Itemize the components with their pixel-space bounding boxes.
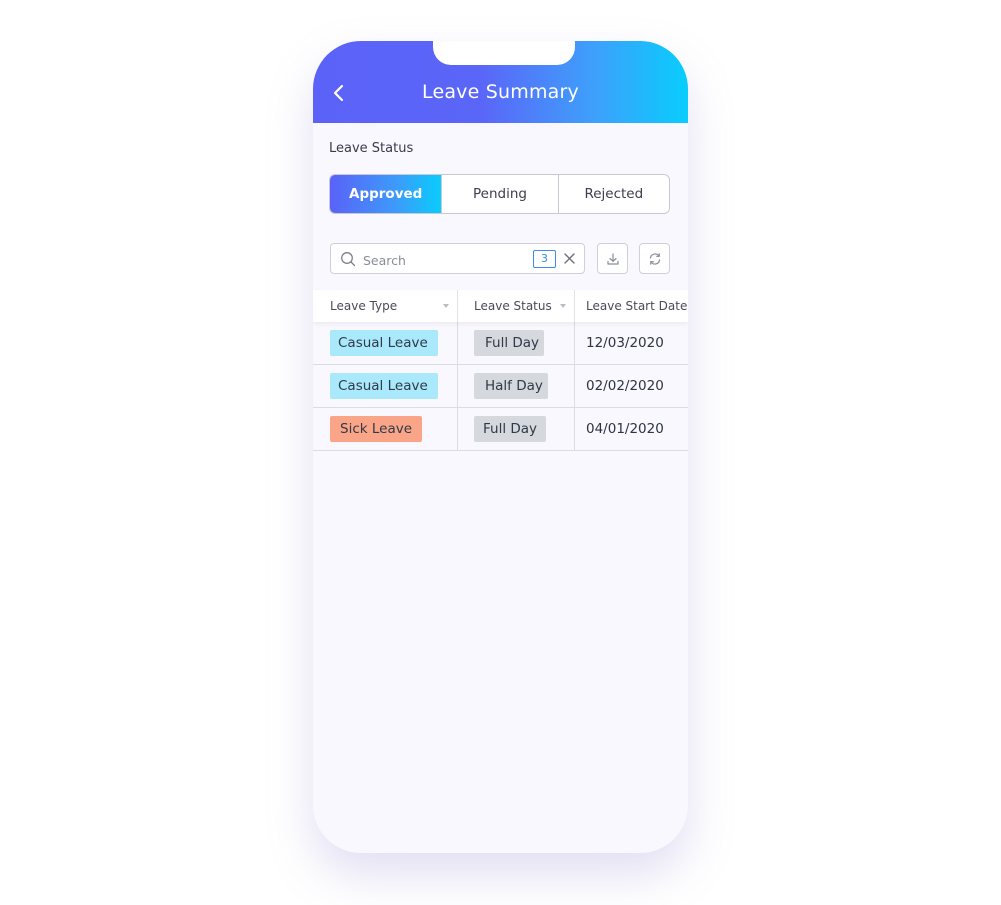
leave-table: Leave Type Leave Status Leave Start Date…	[313, 290, 688, 451]
refresh-button[interactable]	[639, 243, 670, 274]
cell-leave-status: Full Day	[458, 408, 575, 450]
table-row[interactable]: Casual Leave Full Day 12/03/2020	[313, 322, 688, 365]
table-header: Leave Type Leave Status Leave Start Date	[313, 290, 688, 322]
phone-frame: Leave Summary Leave Status Approved Pend…	[313, 41, 688, 853]
leave-duration-chip: Full Day	[474, 330, 545, 356]
cell-start-date: 02/02/2020	[586, 378, 664, 394]
cell-leave-type: Casual Leave	[313, 322, 458, 364]
column-header-leave-status[interactable]: Leave Status	[458, 290, 575, 322]
table-row[interactable]: Sick Leave Full Day 04/01/2020	[313, 408, 688, 451]
result-count-badge: 3	[533, 250, 556, 268]
cell-leave-status: Half Day	[458, 365, 575, 407]
download-icon	[606, 252, 619, 265]
refresh-icon	[649, 252, 660, 265]
search-input[interactable]	[361, 248, 525, 272]
device-notch	[433, 41, 575, 65]
column-header-leave-type[interactable]: Leave Type	[313, 290, 458, 322]
leave-type-chip: Casual Leave	[330, 330, 438, 356]
cell-leave-type: Sick Leave	[313, 408, 458, 450]
cell-start-date: 04/01/2020	[586, 421, 664, 437]
leave-duration-chip: Full Day	[474, 416, 547, 442]
sort-caret-icon[interactable]	[560, 304, 566, 308]
sort-caret-icon[interactable]	[443, 304, 449, 308]
app-header: Leave Summary	[313, 41, 688, 123]
column-header-label: Leave Type	[330, 299, 398, 313]
download-button[interactable]	[597, 243, 628, 274]
segment-pending[interactable]: Pending	[441, 175, 557, 213]
table-row[interactable]: Casual Leave Half Day 02/02/2020	[313, 365, 688, 408]
column-header-label: Leave Status	[474, 299, 552, 313]
search-icon	[341, 252, 356, 267]
cell-start-date: 12/03/2020	[586, 335, 664, 351]
leave-status-label: Leave Status	[329, 141, 414, 156]
leave-status-segmented-control: Approved Pending Rejected	[329, 174, 670, 214]
cell-leave-status: Full Day	[458, 322, 575, 364]
close-icon[interactable]	[563, 252, 576, 265]
segment-rejected[interactable]: Rejected	[557, 175, 669, 213]
leave-duration-chip: Half Day	[474, 373, 548, 399]
page-title: Leave Summary	[422, 81, 579, 103]
segment-approved[interactable]: Approved	[330, 175, 442, 213]
search-box: 3	[330, 243, 585, 274]
column-header-label: Leave Start Date	[586, 299, 688, 313]
leave-type-chip: Sick Leave	[330, 416, 423, 442]
leave-type-chip: Casual Leave	[330, 373, 438, 399]
column-header-leave-start-date[interactable]: Leave Start Date	[575, 290, 688, 322]
cell-leave-type: Casual Leave	[313, 365, 458, 407]
